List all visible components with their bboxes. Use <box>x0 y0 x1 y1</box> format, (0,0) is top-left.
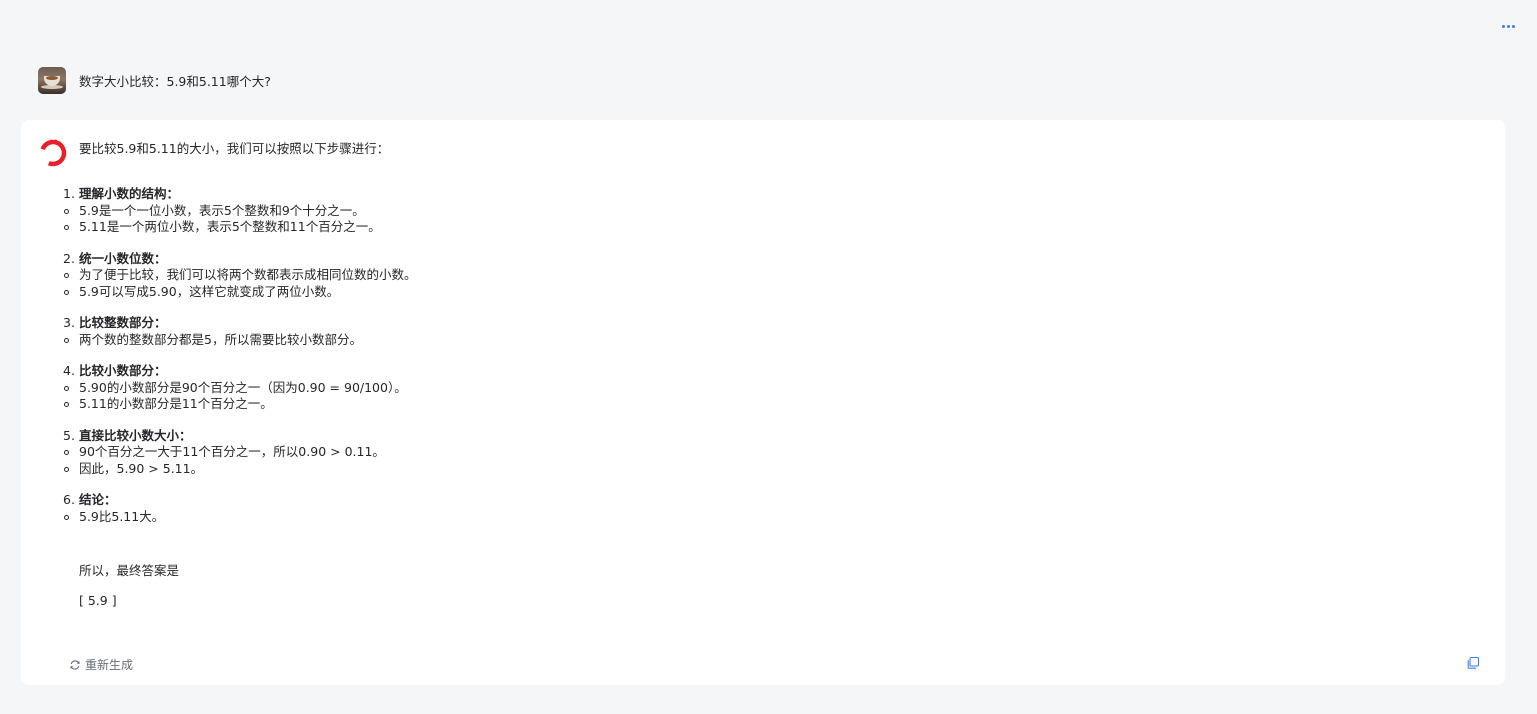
step-number: 5. <box>63 427 75 443</box>
more-dots-icon <box>1501 24 1505 28</box>
step-item: 4. 比较小数部分： 5.90的小数部分是90个百分之一（因为0.90 = 90/1… <box>21 363 821 413</box>
user-message-text: 数字大小比较：5.9和5.11哪个大? <box>79 73 271 89</box>
bullet-dot <box>64 208 69 214</box>
bullet-item: 5.90的小数部分是90个百分之一（因为0.90 = 90/100）。 <box>21 380 821 397</box>
bullet-item: 两个数的整数部分都是5，所以需要比较小数部分。 <box>21 332 821 349</box>
assistant-message-card: 要比较5.9和5.11的大小，我们可以按照以下步骤进行： 1. 理解小数的结构： 5… <box>21 120 1505 685</box>
bullet-text: 5.90的小数部分是90个百分之一（因为0.90 = 90/100）。 <box>79 379 407 395</box>
conclusion-text: 所以，最终答案是 <box>79 563 180 578</box>
bullet-item: 5.11是一个两位小数，表示5个整数和11个百分之一。 <box>21 219 821 236</box>
step-title-row: 4. 比较小数部分： <box>21 363 821 380</box>
step-item: 6. 结论： 5.9比5.11大。 <box>21 492 821 525</box>
avatar-foam <box>46 75 58 80</box>
bullet-dot <box>64 450 69 455</box>
more-options-button[interactable] <box>1497 18 1519 34</box>
bullet-item: 5.9比5.11大。 <box>21 509 821 526</box>
steps-list: 1. 理解小数的结构： 5.9是一个一位小数，表示5个整数和9个十分之一。 5.11是… <box>21 186 821 540</box>
final-answer: [ 5.9 ] <box>79 593 117 608</box>
copy-icon[interactable] <box>1466 656 1480 670</box>
bullet-dot <box>64 337 69 343</box>
bullet-text: 两个数的整数部分都是5，所以需要比较小数部分。 <box>79 331 362 347</box>
bullet-text: 5.9比5.11大。 <box>79 508 165 524</box>
step-number: 3. <box>63 315 75 330</box>
bullet-text: 90个百分之一大于11个百分之一，所以0.90 > 0.11。 <box>79 444 385 459</box>
bullet-item: 90个百分之一大于11个百分之一，所以0.90 > 0.11。 <box>21 444 821 461</box>
step-title-row: 3. 比较整数部分： <box>21 315 821 332</box>
step-item: 2. 统一小数位数： 为了便于比较，我们可以将两个数都表示成相同位数的小数。 5.9可… <box>21 251 821 301</box>
step-title-row: 5. 直接比较小数大小： <box>21 428 821 445</box>
step-title-row: 6. 结论： <box>21 492 821 509</box>
bullet-text: 5.9是一个一位小数，表示5个整数和9个十分之一。 <box>79 202 365 218</box>
more-dot <box>1511 24 1515 28</box>
bullet-text: 5.11是一个两位小数，表示5个整数和11个百分之一。 <box>79 219 381 234</box>
step-number: 2. <box>63 250 75 266</box>
bullet-text: 5.9可以写成5.90，这样它就变成了两位小数。 <box>79 283 340 299</box>
step-title-row: 2. 统一小数位数： <box>21 251 821 268</box>
bullet-text: 5.11的小数部分是11个百分之一。 <box>79 396 273 411</box>
bullet-item: 因此，5.90 > 5.11。 <box>21 461 821 478</box>
step-title: 直接比较小数大小： <box>79 427 192 443</box>
step-item: 5. 直接比较小数大小： 90个百分之一大于11个百分之一，所以0.90 > 0.1… <box>21 428 821 478</box>
bot-logo-icon <box>39 139 67 167</box>
bullet-text: 因此，5.90 > 5.11。 <box>79 460 204 476</box>
bullet-item: 5.9可以写成5.90，这样它就变成了两位小数。 <box>21 284 821 301</box>
refresh-icon <box>70 659 80 670</box>
bullet-dot <box>64 289 69 295</box>
step-title: 比较整数部分： <box>79 315 167 330</box>
step-title-row: 1. 理解小数的结构： <box>21 186 821 203</box>
step-title: 结论： <box>79 492 117 507</box>
bullet-dot <box>64 466 69 472</box>
more-dot <box>1506 24 1510 28</box>
regenerate-label: 重新生成 <box>85 658 134 672</box>
bullet-dot <box>64 514 69 520</box>
bullet-dot <box>64 385 69 391</box>
bullet-dot <box>64 273 69 278</box>
regenerate-button[interactable]: 重新生成 <box>69 656 133 673</box>
step-number: 6. <box>63 492 75 507</box>
bullet-text: 为了便于比较，我们可以将两个数都表示成相同位数的小数。 <box>79 267 417 282</box>
bullet-item: 5.11的小数部分是11个百分之一。 <box>21 396 821 413</box>
bullet-dot <box>64 402 69 407</box>
user-message: 数字大小比较：5.9和5.11哪个大? <box>38 66 271 94</box>
step-title: 统一小数位数： <box>79 250 167 266</box>
step-item: 3. 比较整数部分： 两个数的整数部分都是5，所以需要比较小数部分。 <box>21 315 821 348</box>
step-title: 理解小数的结构： <box>79 186 180 201</box>
user-avatar <box>38 66 66 94</box>
bullet-dot <box>64 225 69 230</box>
step-item: 1. 理解小数的结构： 5.9是一个一位小数，表示5个整数和9个十分之一。 5.11是… <box>21 186 821 236</box>
step-title: 比较小数部分： <box>79 363 167 378</box>
step-number: 4. <box>63 363 75 378</box>
assistant-intro: 要比较5.9和5.11的大小，我们可以按照以下步骤进行： <box>79 141 390 156</box>
bullet-item: 为了便于比较，我们可以将两个数都表示成相同位数的小数。 <box>21 267 821 284</box>
step-number: 1. <box>63 186 75 201</box>
bullet-item: 5.9是一个一位小数，表示5个整数和9个十分之一。 <box>21 203 821 220</box>
